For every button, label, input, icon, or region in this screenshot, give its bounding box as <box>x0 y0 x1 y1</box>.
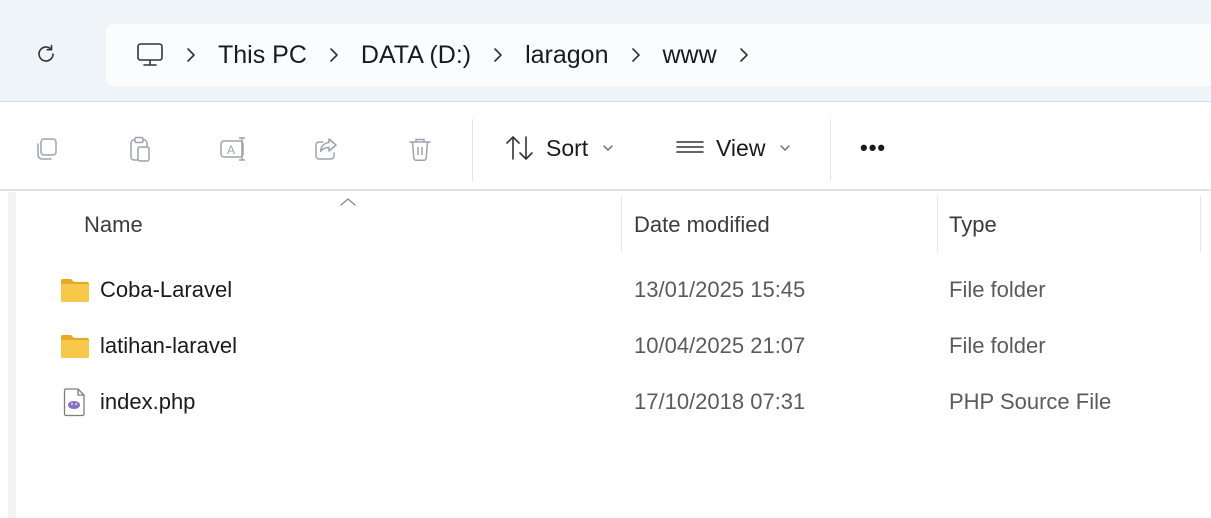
view-label: View <box>716 134 766 161</box>
more-options-icon: ••• <box>860 135 887 160</box>
breadcrumb-laragon[interactable]: laragon <box>521 24 612 86</box>
file-row[interactable]: latihan-laravel 10/04/2025 21:07 File fo… <box>40 318 1200 374</box>
copy-icon <box>37 138 57 160</box>
column-divider[interactable] <box>621 196 622 252</box>
file-name: latihan-laravel <box>100 333 237 358</box>
php-file-icon <box>60 387 90 417</box>
column-header-type[interactable]: Type <box>949 192 997 258</box>
sort-button[interactable]: Sort <box>504 125 614 171</box>
copy-button[interactable] <box>26 129 66 169</box>
chevron-right-icon[interactable] <box>475 46 521 64</box>
see-more-button[interactable]: ••• <box>860 125 886 171</box>
file-type: File folder <box>949 277 1046 302</box>
column-divider[interactable] <box>1200 196 1201 252</box>
file-name: index.php <box>100 389 196 414</box>
file-date-modified: 10/04/2025 21:07 <box>634 333 806 358</box>
sort-label: Sort <box>546 134 589 161</box>
refresh-button[interactable] <box>26 34 66 74</box>
column-header-date-modified[interactable]: Date modified <box>634 192 770 258</box>
column-divider[interactable] <box>937 196 938 252</box>
file-name-cell: Coba-Laravel <box>60 262 232 318</box>
paste-icon <box>130 136 150 162</box>
breadcrumb-this-pc[interactable]: This PC <box>214 24 311 86</box>
share-icon <box>315 138 337 160</box>
address-strip: This PC DATA (D:) laragon www <box>0 0 1211 102</box>
file-type: File folder <box>949 333 1046 358</box>
sort-ascending-icon <box>340 198 356 206</box>
sort-arrows-icon <box>506 136 533 160</box>
trash-icon <box>409 138 431 162</box>
navigation-pane-edge <box>8 192 16 518</box>
column-header-name[interactable]: Name <box>84 192 143 258</box>
rename-button[interactable]: A <box>214 129 254 169</box>
command-divider <box>830 119 831 181</box>
share-button[interactable] <box>306 129 346 169</box>
breadcrumb-data-drive[interactable]: DATA (D:) <box>357 24 475 86</box>
folder-icon <box>60 275 90 305</box>
file-explorer-window: This PC DATA (D:) laragon www A Sort Vie… <box>0 0 1211 518</box>
refresh-icon <box>38 44 54 62</box>
chevron-right-icon[interactable] <box>613 46 659 64</box>
chevron-right-icon[interactable] <box>721 46 767 64</box>
chevron-down-icon <box>779 143 791 153</box>
delete-button[interactable] <box>400 129 440 169</box>
file-name-cell: latihan-laravel <box>60 318 237 374</box>
command-divider <box>472 119 473 181</box>
chevron-down-icon <box>602 143 614 153</box>
folder-icon <box>60 331 90 361</box>
paste-button[interactable] <box>120 129 160 169</box>
file-row[interactable]: Coba-Laravel 13/01/2025 15:45 File folde… <box>40 262 1200 318</box>
breadcrumb-www[interactable]: www <box>659 24 721 86</box>
file-name: Coba-Laravel <box>100 277 233 302</box>
file-name-cell: index.php <box>60 374 195 430</box>
view-button[interactable]: View <box>674 125 791 171</box>
command-bar: A Sort View ••• <box>0 103 1211 191</box>
view-list-icon <box>676 141 704 153</box>
rename-icon: A <box>220 137 245 161</box>
file-type: PHP Source File <box>949 389 1112 414</box>
file-row[interactable]: index.php 17/10/2018 07:31 PHP Source Fi… <box>40 374 1200 430</box>
file-list: Name Date modified Type Coba-Laravel 13/… <box>0 192 1211 518</box>
address-bar[interactable]: This PC DATA (D:) laragon www <box>106 24 1211 86</box>
chevron-right-icon[interactable] <box>311 46 357 64</box>
this-pc-monitor-icon[interactable] <box>132 37 168 73</box>
chevron-right-icon[interactable] <box>168 46 214 64</box>
file-date-modified: 13/01/2025 15:45 <box>634 277 806 302</box>
svg-text:A: A <box>227 143 235 157</box>
file-date-modified: 17/10/2018 07:31 <box>634 389 806 414</box>
